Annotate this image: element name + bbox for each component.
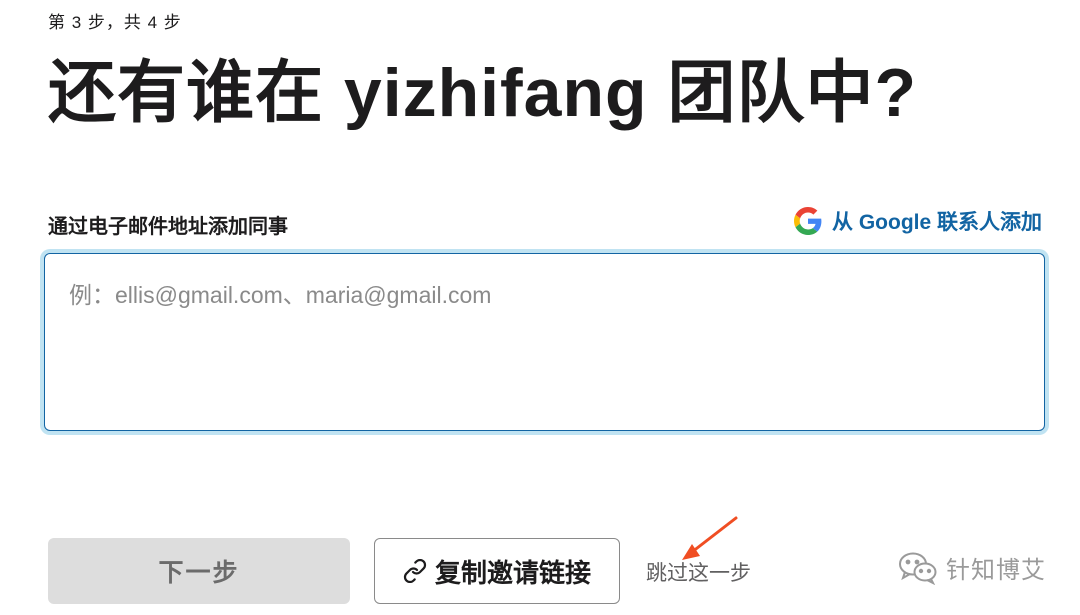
email-input[interactable] [45, 254, 1044, 430]
email-field-label: 通过电子邮件地址添加同事 [48, 216, 288, 238]
step-indicator: 第 3 步，共 4 步 [48, 13, 182, 32]
annotation-arrow [682, 516, 738, 560]
copy-invite-link-label: 复制邀请链接 [434, 557, 591, 588]
page-title: 还有谁在 yizhifang 团队中? [48, 55, 918, 131]
wechat-icon [898, 551, 938, 585]
google-contacts-label: 从 Google 联系人添加 [832, 211, 1042, 234]
email-input-box [44, 253, 1045, 431]
link-icon [403, 558, 427, 584]
next-button[interactable]: 下一步 [48, 538, 350, 604]
watermark-text: 针知博艾 [946, 557, 1046, 584]
google-contacts-link[interactable]: 从 Google 联系人添加 [794, 206, 1042, 236]
google-icon [794, 207, 822, 235]
copy-invite-link-button[interactable]: 复制邀请链接 [374, 538, 620, 604]
watermark: 针知博艾 [898, 550, 1046, 585]
